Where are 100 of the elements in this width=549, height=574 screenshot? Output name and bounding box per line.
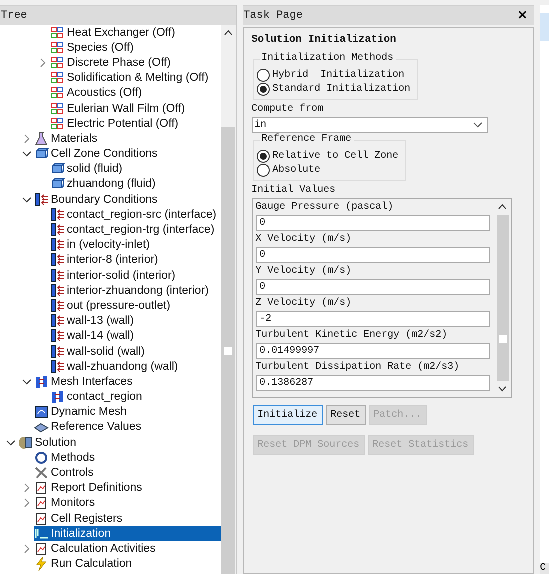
scroll-up-icon[interactable]	[498, 204, 507, 210]
tree-item[interactable]: Heat Exchanger (Off)	[50, 25, 180, 40]
radio-option[interactable]: Standard Initialization	[256, 83, 411, 96]
model-icon	[50, 40, 65, 55]
tree-item[interactable]: zhuandong (fluid)	[50, 176, 160, 192]
flask-icon	[34, 132, 49, 146]
tree-item[interactable]: wall-13 (wall)	[50, 314, 138, 329]
tree-item[interactable]: Monitors	[34, 496, 100, 511]
field-label: Turbulent Kinetic Energy (m2/s2)	[256, 330, 449, 342]
input-field[interactable]: 0	[256, 279, 490, 295]
tree-item[interactable]: Controls	[34, 466, 98, 481]
report-icon	[34, 496, 49, 510]
scroll-thumb[interactable]	[496, 215, 509, 381]
chevron-down-icon[interactable]	[22, 376, 32, 387]
chevron-down-icon[interactable]	[6, 438, 16, 448]
tree-item[interactable]: interior-zhuandong (interior)	[50, 283, 213, 298]
tree-item[interactable]: Calculation Activities	[34, 541, 160, 556]
input-field[interactable]: 0	[256, 247, 490, 263]
boundary-icon	[50, 329, 65, 344]
tree-item[interactable]: Mesh Interfaces	[34, 374, 137, 390]
radio-option[interactable]: Relative to Cell Zone	[256, 150, 399, 163]
tree-item[interactable]: Initialization	[34, 526, 221, 542]
tree-item[interactable]: Solidification & Melting (Off)	[50, 70, 213, 86]
tree-item[interactable]: Boundary Conditions	[34, 192, 162, 208]
boundary-icon	[50, 298, 65, 313]
model-icon	[50, 116, 65, 131]
compute-from-dropdown[interactable]: in	[252, 117, 488, 133]
tree-item[interactable]: Solution	[18, 435, 81, 450]
panel-title: Tree	[1, 10, 28, 22]
tree-item[interactable]: Materials	[34, 131, 102, 146]
radio-option[interactable]: Hybrid Initialization	[256, 69, 411, 82]
page-heading: Solution Initialization	[252, 34, 396, 46]
model-icon	[50, 56, 65, 70]
boundary-icon	[50, 344, 65, 359]
action-button[interactable]: Reset	[326, 405, 366, 425]
action-button[interactable]: Initialize	[252, 405, 323, 425]
tree-item[interactable]: Run Calculation	[34, 556, 136, 572]
tree-item[interactable]: out (pressure-outlet)	[50, 298, 175, 314]
tree-item[interactable]: Reference Values	[34, 420, 146, 435]
tree-item[interactable]: contact_region	[50, 390, 146, 405]
radio-option[interactable]: Absolute	[256, 164, 399, 177]
chevron-right-icon[interactable]	[22, 544, 32, 554]
field-label: Z Velocity (m/s)	[256, 298, 353, 310]
tree-item[interactable]: contact_region-src (interface)	[50, 207, 221, 222]
field-label: X Velocity (m/s)	[256, 234, 353, 246]
mesh-icon	[34, 405, 49, 420]
input-field[interactable]: 0.01499997	[256, 343, 490, 359]
chevron-right-icon[interactable]	[38, 58, 48, 68]
tree-item[interactable]: Acoustics (Off)	[50, 86, 146, 101]
input-field[interactable]: 0.1386287	[256, 375, 490, 391]
close-button[interactable]: ×	[515, 8, 530, 23]
boundary-icon	[34, 192, 49, 207]
field-label: Turbulent Dissipation Rate (m2/s3)	[256, 362, 461, 374]
chevron-down-icon[interactable]	[472, 122, 483, 128]
input-field[interactable]: 0	[256, 215, 490, 231]
boundary-icon	[50, 360, 65, 374]
tree-item[interactable]: wall-14 (wall)	[50, 328, 138, 344]
tree-item[interactable]: Cell Registers	[34, 511, 127, 526]
input-field[interactable]: -2	[256, 311, 490, 327]
tools-icon	[34, 466, 49, 480]
tree-item[interactable]: contact_region-trg (interface)	[50, 222, 219, 238]
tree-item[interactable]: interior-8 (interior)	[50, 252, 162, 268]
scrollbar[interactable]	[220, 25, 236, 574]
tree-item[interactable]: Methods	[34, 450, 100, 466]
block-icon	[34, 147, 49, 162]
tree-item[interactable]: wall-zhuandong (wall)	[50, 359, 182, 374]
field-label: Y Velocity (m/s)	[256, 266, 353, 278]
model-icon	[50, 71, 65, 86]
tree-item[interactable]: in (velocity-inlet)	[50, 238, 154, 253]
chevron-down-icon[interactable]	[22, 194, 32, 205]
tree-item[interactable]: Discrete Phase (Off)	[50, 55, 175, 70]
chevron-right-icon[interactable]	[22, 134, 32, 144]
tree-item[interactable]: Eulerian Wall Film (Off)	[50, 101, 190, 116]
boundary-icon	[50, 223, 65, 238]
panel-title: Task Page	[244, 10, 303, 22]
solution-icon	[18, 436, 33, 450]
tree-item[interactable]: Cell Zone Conditions	[34, 146, 162, 162]
scroll-down-icon[interactable]	[498, 386, 507, 392]
field-label: Compute from	[252, 104, 324, 116]
scroll-thumb[interactable]	[221, 127, 236, 574]
scroll-up-icon[interactable]	[224, 30, 233, 36]
chevron-right-icon[interactable]	[22, 498, 32, 508]
tree-item[interactable]: Dynamic Mesh	[34, 404, 132, 420]
block-icon	[50, 162, 65, 176]
chevron-right-icon[interactable]	[22, 483, 32, 494]
tree-item[interactable]: wall-solid (wall)	[50, 344, 149, 360]
tree-item[interactable]: interior-solid (interior)	[50, 268, 180, 284]
tree-item[interactable]: solid (fluid)	[50, 162, 127, 177]
tree-item[interactable]: Report Definitions	[34, 480, 146, 496]
boundary-icon	[50, 268, 65, 283]
report-icon	[34, 512, 49, 526]
boundary-icon	[50, 238, 65, 252]
boundary-icon	[50, 284, 65, 298]
panel-text: C	[540, 563, 549, 574]
tree-item[interactable]: Species (Off)	[50, 40, 138, 56]
interface-icon	[50, 390, 65, 404]
tree-item[interactable]: Electric Potential (Off)	[50, 116, 183, 132]
chevron-down-icon[interactable]	[22, 149, 32, 160]
model-icon	[50, 86, 65, 100]
section-label: Initial Values	[252, 185, 336, 197]
